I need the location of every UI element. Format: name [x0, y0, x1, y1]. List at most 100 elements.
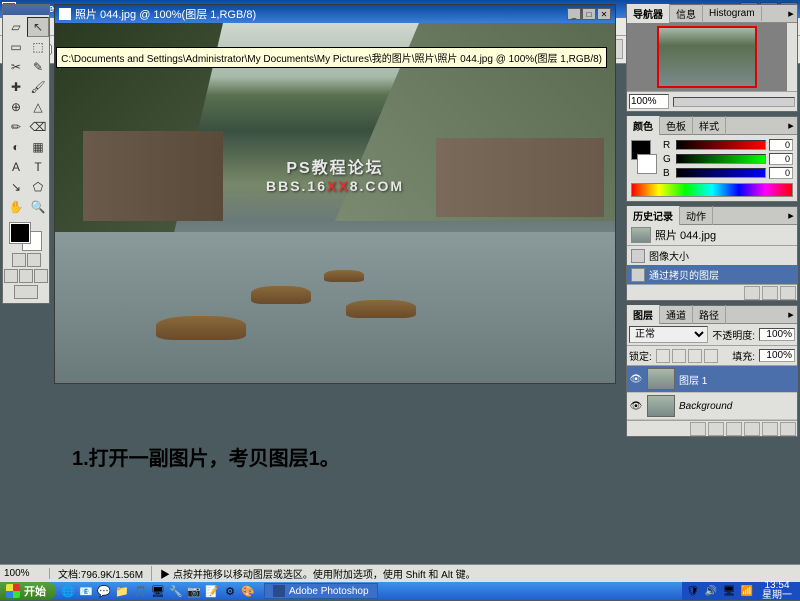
eraser-tool[interactable]: ✏ — [5, 117, 27, 137]
tab-swatches[interactable]: 色板 — [660, 116, 693, 135]
tab-color[interactable]: 颜色 — [627, 116, 660, 135]
panel-menu-icon[interactable]: ▸ — [785, 119, 797, 132]
ql-icon[interactable]: 📧 — [78, 583, 94, 599]
tab-paths[interactable]: 路径 — [693, 305, 726, 324]
r-slider[interactable] — [676, 140, 766, 150]
healing-tool[interactable]: ✚ — [5, 77, 27, 97]
tray-icon[interactable]: 🛡 — [686, 584, 700, 598]
history-brush-tool[interactable]: △ — [27, 97, 49, 117]
b-value[interactable] — [769, 167, 793, 179]
bg-color-swatch[interactable] — [637, 154, 657, 174]
gradient-tool[interactable]: ⌫ — [27, 117, 49, 137]
pen-tool[interactable]: ↘ — [5, 177, 27, 197]
adjustment-layer-icon[interactable] — [744, 422, 760, 436]
stamp-tool[interactable]: ⊕ — [5, 97, 27, 117]
ql-icon[interactable]: 🔧 — [168, 583, 184, 599]
r-value[interactable] — [769, 139, 793, 151]
layer-row[interactable]: 👁 Background — [627, 393, 797, 420]
screen-mode-icon[interactable] — [4, 269, 18, 283]
layer-row[interactable]: 👁 图层 1 — [627, 366, 797, 393]
crop-tool[interactable]: ✂ — [5, 57, 27, 77]
tab-histogram[interactable]: Histogram — [703, 6, 762, 21]
ql-icon[interactable]: 🎵 — [132, 583, 148, 599]
delete-state-icon[interactable] — [780, 286, 796, 300]
color-preview[interactable] — [631, 140, 659, 180]
panel-menu-icon[interactable]: ▸ — [785, 209, 797, 222]
ql-icon[interactable]: 🎨 — [240, 583, 256, 599]
taskbar-app-button[interactable]: Adobe Photoshop — [264, 583, 378, 599]
path-tool[interactable]: A — [5, 157, 27, 177]
dodge-tool[interactable]: ▦ — [27, 137, 49, 157]
layer-thumbnail[interactable] — [647, 395, 675, 417]
layer-name[interactable]: 图层 1 — [679, 372, 707, 387]
tab-navigator[interactable]: 导航器 — [627, 4, 670, 23]
marquee-tool[interactable]: ▱ — [5, 17, 27, 37]
screen-mode-icon[interactable] — [19, 269, 33, 283]
new-set-icon[interactable] — [726, 422, 742, 436]
tray-icon[interactable]: 🖥 — [722, 584, 736, 598]
lock-position-icon[interactable] — [688, 349, 702, 363]
g-slider[interactable] — [676, 154, 766, 164]
ql-icon[interactable]: ⚙ — [222, 583, 238, 599]
foreground-color[interactable] — [10, 223, 30, 243]
delete-layer-icon[interactable] — [780, 422, 796, 436]
layer-name[interactable]: Background — [679, 401, 732, 412]
type-tool[interactable]: T — [27, 157, 49, 177]
new-snapshot-icon[interactable] — [762, 286, 778, 300]
tab-layers[interactable]: 图层 — [627, 305, 660, 324]
doc-maximize-button[interactable]: □ — [582, 8, 596, 20]
panel-menu-icon[interactable]: ▸ — [785, 7, 797, 20]
tray-icon[interactable]: 📶 — [740, 584, 754, 598]
start-button[interactable]: 开始 — [0, 582, 56, 600]
tab-actions[interactable]: 动作 — [680, 206, 713, 225]
move-tool[interactable]: ↖ — [27, 17, 49, 37]
tab-channels[interactable]: 通道 — [660, 305, 693, 324]
ql-icon[interactable]: 📁 — [114, 583, 130, 599]
navigator-preview[interactable] — [627, 23, 787, 91]
screen-mode-icon[interactable] — [34, 269, 48, 283]
lock-all-icon[interactable] — [704, 349, 718, 363]
tab-history[interactable]: 历史记录 — [627, 206, 680, 225]
quickmask-mode-icon[interactable] — [27, 253, 41, 267]
layer-style-icon[interactable] — [690, 422, 706, 436]
tray-clock[interactable]: 13:54 星期一 — [758, 581, 796, 601]
jump-to-icon[interactable] — [14, 285, 38, 299]
ql-ie-icon[interactable]: 🌐 — [60, 583, 76, 599]
history-item[interactable]: 通过拷贝的图层 — [627, 265, 797, 284]
layer-thumbnail[interactable] — [647, 368, 675, 390]
history-item[interactable]: 图像大小 — [627, 246, 797, 265]
ql-icon[interactable]: 📝 — [204, 583, 220, 599]
toolbox-header[interactable] — [3, 5, 49, 15]
shape-tool[interactable]: ⬠ — [27, 177, 49, 197]
document-titlebar[interactable]: 照片 044.jpg @ 100%(图层 1,RGB/8) _ □ ✕ — [55, 5, 615, 23]
status-zoom[interactable]: 100% — [0, 568, 50, 579]
ql-icon[interactable]: 🖥 — [150, 583, 166, 599]
doc-close-button[interactable]: ✕ — [597, 8, 611, 20]
doc-minimize-button[interactable]: _ — [567, 8, 581, 20]
history-snapshot[interactable]: 照片 044.jpg — [627, 225, 797, 246]
tab-info[interactable]: 信息 — [670, 4, 703, 23]
b-slider[interactable] — [676, 168, 766, 178]
tray-icon[interactable]: 🔊 — [704, 584, 718, 598]
hand-tool[interactable]: ✋ — [5, 197, 27, 217]
visibility-icon[interactable]: 👁 — [629, 372, 643, 386]
ql-icon[interactable]: 📷 — [186, 583, 202, 599]
new-layer-icon[interactable] — [762, 422, 778, 436]
slice-tool[interactable]: ✎ — [27, 57, 49, 77]
new-doc-from-state-icon[interactable] — [744, 286, 760, 300]
color-swatch[interactable] — [10, 223, 42, 251]
layer-mask-icon[interactable] — [708, 422, 724, 436]
lock-pixels-icon[interactable] — [672, 349, 686, 363]
standard-mode-icon[interactable] — [12, 253, 26, 267]
navigator-zoom-slider[interactable] — [673, 97, 795, 107]
lock-transparency-icon[interactable] — [656, 349, 670, 363]
tab-styles[interactable]: 样式 — [693, 116, 726, 135]
status-doc-info[interactable]: 文档:796.9K/1.56M — [50, 566, 152, 581]
fill-input[interactable] — [759, 349, 795, 362]
blur-tool[interactable]: ◐ — [5, 137, 27, 157]
magic-wand-tool[interactable]: ⬚ — [27, 37, 49, 57]
panel-menu-icon[interactable]: ▸ — [785, 308, 797, 321]
navigator-zoom-input[interactable] — [629, 94, 669, 109]
blend-mode-select[interactable]: 正常 — [629, 326, 708, 343]
visibility-icon[interactable]: 👁 — [629, 399, 643, 413]
